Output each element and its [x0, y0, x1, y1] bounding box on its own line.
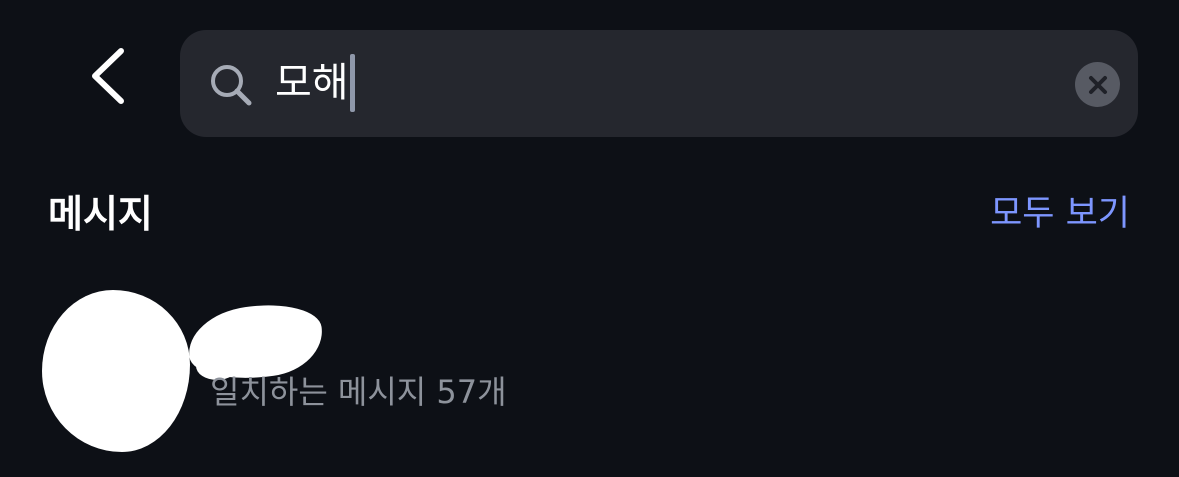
- search-icon: [211, 65, 252, 106]
- matching-messages-count: 일치하는 메시지 57개: [210, 373, 507, 411]
- search-query-text: 모해: [275, 60, 349, 106]
- message-search-screen: 모해 메시지 모두 보기 일치하는 메시지 57개: [0, 0, 1179, 477]
- see-all-messages-link[interactable]: 모두 보기: [990, 186, 1130, 242]
- text-caret: [349, 54, 355, 112]
- clear-icon: [1088, 75, 1107, 94]
- back-button[interactable]: [78, 36, 138, 116]
- message-result-row[interactable]: 일치하는 메시지 57개: [0, 282, 1179, 462]
- clear-search-button[interactable]: [1075, 62, 1120, 107]
- avatar: [42, 290, 190, 452]
- chevron-left-icon: [92, 48, 124, 104]
- search-input[interactable]: 모해: [275, 52, 1055, 114]
- messages-section-title: 메시지: [48, 192, 153, 236]
